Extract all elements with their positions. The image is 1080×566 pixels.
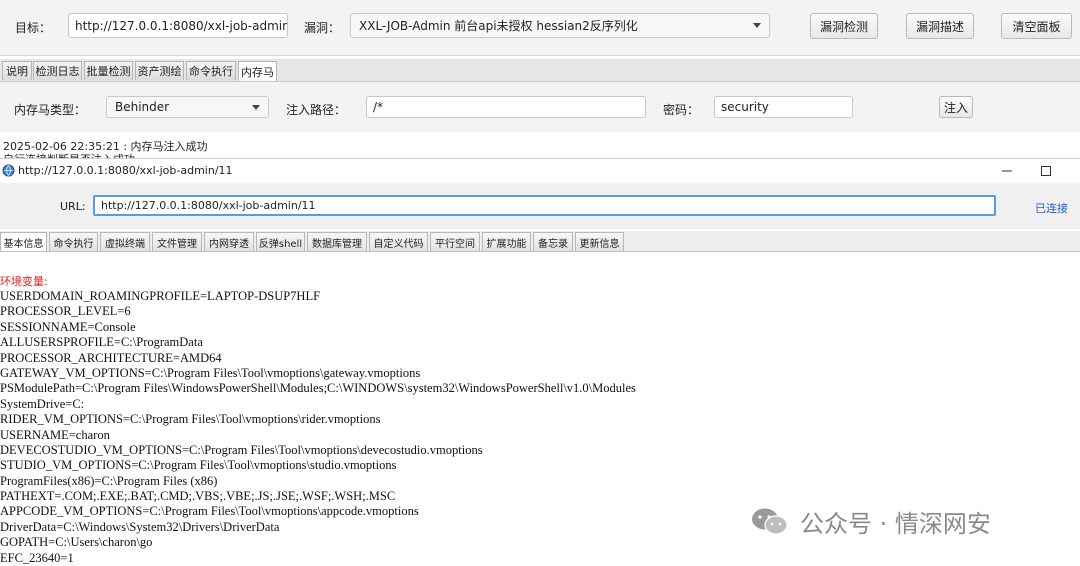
watermark-text: 公众号 · 情深网安 bbox=[800, 510, 991, 538]
memshell-type-label: 内存马类型： bbox=[14, 103, 87, 117]
url-label: URL: bbox=[60, 200, 86, 213]
url-row: URL: http://127.0.0.1:8080/xxl-job-admin… bbox=[0, 183, 1080, 229]
env-line: PROCESSOR_LEVEL=6 bbox=[0, 304, 131, 319]
env-line: SystemDrive=C: bbox=[0, 396, 85, 411]
shell-tabs: 基本信息 命令执行 虚拟终端 文件管理 内网穿透 反弹shell 数据库管理 自… bbox=[0, 231, 1080, 252]
tab-detect-log[interactable]: 检测日志 bbox=[33, 61, 82, 80]
env-line: GOPATH=C:\Users\charon\go bbox=[0, 535, 153, 550]
detect-button[interactable]: 漏洞检测 bbox=[810, 13, 878, 39]
window-title: http://127.0.0.1:8080/xxl-job-admin/11 bbox=[18, 164, 233, 177]
minimize-icon[interactable] bbox=[1001, 165, 1013, 177]
env-line: ALLUSERSPROFILE=C:\ProgramData bbox=[0, 335, 203, 350]
memshell-type-select[interactable]: Behinder bbox=[106, 96, 269, 118]
memshell-panel: 内存马类型： Behinder 注入路径： /* 密码： security 注入 bbox=[0, 82, 1080, 132]
env-line: USERNAME=charon bbox=[0, 427, 110, 442]
target-label: 目标： bbox=[15, 21, 52, 35]
log-output: 2025-02-06 22:35:21 : 内存马注入成功 自行连接判断是否注入… bbox=[0, 134, 1080, 160]
password-label: 密码： bbox=[663, 103, 700, 117]
vuln-select-value: XXL-JOB-Admin 前台api未授权 hessian2反序列化 bbox=[359, 19, 638, 33]
tab-basic-info[interactable]: 基本信息 bbox=[0, 232, 47, 251]
chevron-down-icon bbox=[252, 104, 260, 110]
password-input[interactable]: security bbox=[714, 96, 853, 118]
tab-file-manager[interactable]: 文件管理 bbox=[152, 232, 202, 251]
tab-tunnel[interactable]: 内网穿透 bbox=[204, 232, 254, 251]
shell-url-input[interactable]: http://127.0.0.1:8080/xxl-job-admin/11 bbox=[93, 195, 996, 216]
tab-custom-code[interactable]: 自定义代码 bbox=[369, 232, 428, 251]
wechat-icon bbox=[752, 508, 788, 535]
env-variables: 环境变量: USERDOMAIN_ROAMINGPROFILE=LAPTOP-D… bbox=[0, 274, 636, 566]
tab-memo[interactable]: 备忘录 bbox=[533, 232, 573, 251]
inject-button[interactable]: 注入 bbox=[939, 96, 973, 118]
connection-status: 已连接 bbox=[1035, 202, 1068, 215]
tab-command-exec[interactable]: 命令执行 bbox=[49, 232, 98, 251]
env-line: USERDOMAIN_ROAMINGPROFILE=LAPTOP-DSUP7HL… bbox=[0, 289, 321, 303]
window-titlebar: http://127.0.0.1:8080/xxl-job-admin/11 bbox=[0, 159, 1080, 183]
env-line: STUDIO_VM_OPTIONS=C:\Program Files\Tool\… bbox=[0, 458, 397, 473]
tab-asset-mapping[interactable]: 资产测绘 bbox=[135, 61, 184, 80]
env-line: ProgramFiles(x86)=C:\Program Files (x86) bbox=[0, 473, 218, 488]
env-line: SESSIONNAME=Console bbox=[0, 319, 136, 334]
env-line: APPCODE_VM_OPTIONS=C:\Program Files\Tool… bbox=[0, 504, 419, 519]
tab-virtual-terminal[interactable]: 虚拟终端 bbox=[100, 232, 150, 251]
vuln-label: 漏洞： bbox=[304, 21, 341, 35]
main-tabs: 说明 检测日志 批量检测 资产测绘 命令执行 内存马 bbox=[0, 59, 1080, 82]
env-line: PROCESSOR_ARCHITECTURE=AMD64 bbox=[0, 350, 222, 365]
env-header: 环境变量: bbox=[0, 275, 48, 288]
env-line: PATHEXT=.COM;.EXE;.BAT;.CMD;.VBS;.VBE;.J… bbox=[0, 489, 396, 504]
env-line: EFC_23640=1 bbox=[0, 550, 74, 565]
clear-button[interactable]: 清空面板 bbox=[1001, 13, 1072, 39]
env-line: DriverData=C:\Windows\System32\Drivers\D… bbox=[0, 519, 280, 534]
chevron-down-icon bbox=[753, 23, 761, 28]
tab-readme[interactable]: 说明 bbox=[2, 61, 32, 80]
tab-extensions[interactable]: 扩展功能 bbox=[482, 232, 531, 251]
env-line: RIDER_VM_OPTIONS=C:\Program Files\Tool\v… bbox=[0, 412, 381, 427]
memshell-type-value: Behinder bbox=[115, 100, 170, 114]
describe-button[interactable]: 漏洞描述 bbox=[906, 13, 974, 39]
tab-reverse-shell[interactable]: 反弹shell bbox=[256, 232, 305, 251]
tab-command-exec[interactable]: 命令执行 bbox=[186, 61, 236, 80]
vuln-select[interactable]: XXL-JOB-Admin 前台api未授权 hessian2反序列化 bbox=[350, 13, 770, 38]
target-toolbar: 目标： http://127.0.0.1:8080/xxl-job-admin … bbox=[0, 0, 1080, 56]
target-url-input[interactable]: http://127.0.0.1:8080/xxl-job-admin bbox=[68, 13, 288, 38]
tab-parallel-space[interactable]: 平行空间 bbox=[430, 232, 480, 251]
maximize-icon[interactable] bbox=[1040, 165, 1052, 177]
env-line: GATEWAY_VM_OPTIONS=C:\Program Files\Tool… bbox=[0, 365, 421, 380]
tab-memshell[interactable]: 内存马 bbox=[238, 61, 277, 81]
env-line: DEVECOSTUDIO_VM_OPTIONS=C:\Program Files… bbox=[0, 442, 483, 457]
tab-database[interactable]: 数据库管理 bbox=[307, 232, 367, 251]
app-icon bbox=[2, 164, 15, 177]
env-line: PSModulePath=C:\Program Files\WindowsPow… bbox=[0, 381, 636, 396]
inject-path-input[interactable]: /* bbox=[366, 96, 646, 118]
watermark: 公众号 · 情深网安 bbox=[750, 504, 991, 539]
tab-batch-detect[interactable]: 批量检测 bbox=[84, 61, 133, 80]
inject-path-label: 注入路径： bbox=[286, 103, 347, 117]
tab-update-info[interactable]: 更新信息 bbox=[575, 232, 624, 251]
